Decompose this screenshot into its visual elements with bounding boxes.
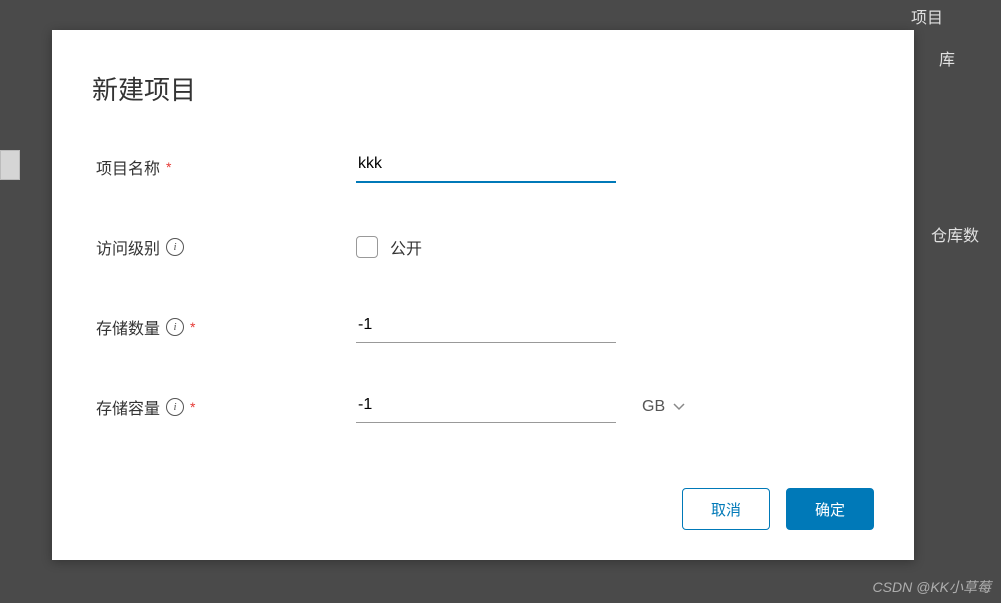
public-checkbox-wrap: 公开 — [356, 235, 422, 259]
bg-element — [0, 150, 20, 180]
access-level-input-group: 公开 — [356, 235, 422, 259]
required-mark: * — [190, 319, 195, 335]
storage-capacity-row: 存储容量 i * GB — [96, 387, 874, 427]
storage-capacity-input[interactable] — [356, 392, 616, 423]
project-name-label-group: 项目名称 * — [96, 155, 356, 179]
modal-title: 新建项目 — [92, 70, 874, 107]
access-level-label: 访问级别 — [96, 235, 160, 259]
storage-count-row: 存储数量 i * — [96, 307, 874, 347]
info-icon[interactable]: i — [166, 238, 184, 256]
storage-count-input[interactable] — [356, 312, 616, 343]
storage-capacity-label: 存储容量 — [96, 395, 160, 419]
project-name-row: 项目名称 * — [96, 147, 874, 187]
capacity-unit-value: GB — [642, 398, 665, 416]
new-project-modal: 新建项目 项目名称 * 访问级别 i 公开 — [52, 30, 914, 560]
access-level-label-group: 访问级别 i — [96, 235, 356, 259]
project-name-label: 项目名称 — [96, 155, 160, 179]
project-name-input-group — [356, 151, 616, 183]
bg-nav-text: 库 — [939, 46, 955, 70]
confirm-button[interactable]: 确定 — [786, 488, 874, 530]
storage-count-label-group: 存储数量 i * — [96, 315, 356, 339]
info-icon[interactable]: i — [166, 398, 184, 416]
info-icon[interactable]: i — [166, 318, 184, 336]
form-area: 项目名称 * 访问级别 i 公开 存储数量 i * — [92, 147, 874, 488]
chevron-down-icon — [673, 403, 685, 411]
capacity-unit-select[interactable]: GB — [636, 394, 691, 420]
access-level-row: 访问级别 i 公开 — [96, 227, 874, 267]
public-checkbox-label: 公开 — [390, 235, 422, 259]
public-checkbox[interactable] — [356, 236, 378, 258]
bg-nav-text: 项目 — [911, 4, 943, 28]
watermark: CSDN @KK小草莓 — [873, 577, 991, 597]
modal-footer: 取消 确定 — [92, 488, 874, 530]
required-mark: * — [166, 159, 171, 175]
project-name-input[interactable] — [356, 151, 616, 183]
storage-count-label: 存储数量 — [96, 315, 160, 339]
storage-capacity-label-group: 存储容量 i * — [96, 395, 356, 419]
required-mark: * — [190, 399, 195, 415]
bg-column-header: 仓库数 — [931, 222, 979, 246]
cancel-button[interactable]: 取消 — [682, 488, 770, 530]
storage-capacity-input-group: GB — [356, 392, 691, 423]
storage-count-input-group — [356, 312, 616, 343]
